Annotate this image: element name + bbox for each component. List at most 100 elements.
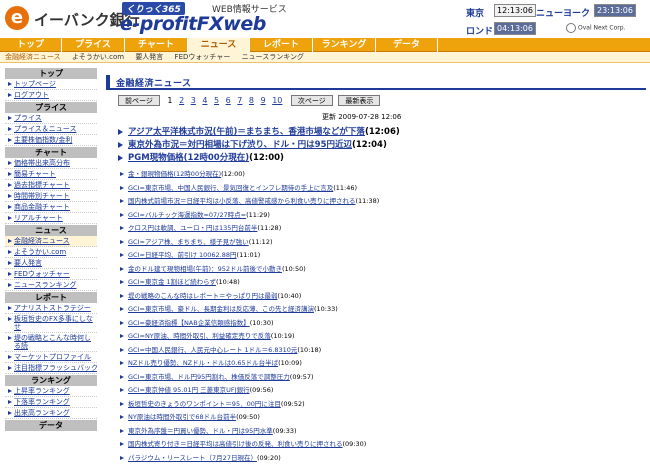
page-number-10[interactable]: 10 bbox=[272, 96, 282, 105]
news-link[interactable]: 板垣哲史のきょうのワンポイント＝95．00円に注目 bbox=[128, 400, 281, 408]
news-link[interactable]: 金のドル建て現物相場(午前)：952ドル前後で小動き bbox=[128, 265, 282, 273]
page-number-3[interactable]: 3 bbox=[191, 96, 196, 105]
nav-tab-price[interactable]: プライス bbox=[62, 38, 125, 52]
headline-link[interactable]: 東京外為市況＝対円相場は下げ渋り、ドル・円は95円近辺 bbox=[128, 140, 352, 150]
nav-tab-chart[interactable]: チャート bbox=[125, 38, 188, 52]
nav-tab-report[interactable]: レポート bbox=[250, 38, 313, 52]
page-number-2[interactable]: 2 bbox=[179, 96, 184, 105]
page-number-6[interactable]: 6 bbox=[226, 96, 231, 105]
sidebar-item-losers[interactable]: 下落率ランキング bbox=[5, 397, 97, 408]
news-link[interactable]: 金・銀現物価格(12時00分現在) bbox=[128, 170, 221, 178]
page-number-7[interactable]: 7 bbox=[237, 96, 242, 105]
sidebar-item-yosoukai[interactable]: よそうかい.com bbox=[5, 247, 97, 258]
page-number-8[interactable]: 8 bbox=[249, 96, 254, 105]
news-item[interactable]: GCI=東京仲値 95.01円 三菱東京UFJ銀行(09:56) bbox=[118, 384, 638, 398]
sidebar-item-volume-profile[interactable]: 価格帯出来高分布 bbox=[5, 158, 97, 169]
news-item[interactable]: 国内株式寄り付き＝日経平均は高値引け後の反発、利食い売りに押される(09:30) bbox=[118, 438, 638, 452]
sidebar-item-simple-chart[interactable]: 簡易チャート bbox=[5, 169, 97, 180]
sidebar-item-news-ranking[interactable]: ニュースランキング bbox=[5, 280, 97, 291]
sidebar-item-commodity-chart[interactable]: 商品金融チャート bbox=[5, 202, 97, 213]
sidebar-item-top-page[interactable]: トップページ bbox=[5, 79, 97, 90]
news-link[interactable]: NY原油は時間外取引で68ドル台前半 bbox=[128, 413, 236, 421]
news-item[interactable]: GCI=NY原油、時間外取引、利益確定売りで反落(10:19) bbox=[118, 330, 638, 344]
sidebar-item-past-indicator-chart[interactable]: 過去指標チャート bbox=[5, 180, 97, 191]
subnav-news-ranking[interactable]: ニュースランキング bbox=[242, 53, 304, 61]
news-link[interactable]: 東京外為序盤＝円買い優勢、ドル・円は95円水準 bbox=[128, 427, 273, 435]
sidebar-item-price[interactable]: プライス bbox=[5, 113, 97, 124]
news-item[interactable]: GCI=東京金 1割ほど続わらず(10:48) bbox=[118, 276, 638, 290]
next-page-button[interactable]: 次ページ bbox=[290, 95, 333, 106]
sidebar-item-market-profile[interactable]: マーケットプロファイル bbox=[5, 352, 97, 363]
news-item[interactable]: クロス円は軟調、ユーロ・円は135円台前半(11:28) bbox=[118, 222, 638, 236]
sidebar-item-timeslot-chart[interactable]: 時間帯別チャート bbox=[5, 191, 97, 202]
subnav-vip-remarks[interactable]: 要人発言 bbox=[135, 53, 163, 61]
news-item[interactable]: パラジウム・リースレート（7月27日現在）(09:20) bbox=[118, 452, 638, 464]
news-item[interactable]: GCI=アジア株、まちまち、様子見が強い(11:12) bbox=[118, 236, 638, 250]
nav-tab-news[interactable]: ニュース bbox=[188, 38, 250, 52]
ebank-logo-icon[interactable]: e bbox=[5, 6, 29, 30]
sidebar-item-real-chart[interactable]: リアルチャート bbox=[5, 213, 97, 224]
page-number-5[interactable]: 5 bbox=[214, 96, 219, 105]
news-link[interactable]: パラジウム・リースレート（7月27日現在） bbox=[128, 454, 257, 462]
news-link[interactable]: GCI=東京金 1割ほど続わらず bbox=[128, 278, 216, 286]
news-item[interactable]: NZドル売り優勢、NZドル・ドルは0.65ドル台半ば(10:09) bbox=[118, 357, 638, 371]
nav-tab-top[interactable]: トップ bbox=[0, 38, 62, 52]
headline-item[interactable]: PGM現物価格(12時00分現在)(12:00) bbox=[118, 152, 638, 165]
news-link[interactable]: GCI=東京仲値 95.01円 三菱東京UFJ銀行 bbox=[128, 386, 250, 394]
subnav-yosoukai[interactable]: よそうかい.com bbox=[72, 53, 124, 61]
news-item[interactable]: NY原油は時間外取引で68ドル台前半(09:50) bbox=[118, 411, 638, 425]
news-link[interactable]: クロス円は軟調、ユーロ・円は135円台前半 bbox=[128, 224, 257, 232]
news-link[interactable]: GCI=中国人民銀行、人民元中心レート 1ドル＝6.8310元 bbox=[128, 346, 297, 354]
page-number-4[interactable]: 4 bbox=[202, 96, 207, 105]
news-time: (10:18) bbox=[297, 345, 322, 354]
news-link[interactable]: 国内株式前場市況＝日経平均は小反落、高値警戒感から利食い売りに押される bbox=[128, 197, 356, 205]
headline-item[interactable]: アジア太平洋株式市況(午前)＝まちまち、香港市場などが下落(12:06) bbox=[118, 126, 638, 139]
sidebar-item-gainers[interactable]: 上昇率ランキング bbox=[5, 386, 97, 397]
subnav-fed-watcher[interactable]: FEDウォッチャー bbox=[175, 53, 231, 61]
news-item[interactable]: GCI=豪経済指標【NAB企業信頼感指数】(10:30) bbox=[118, 317, 638, 331]
subnav-financial-news[interactable]: 金融経済ニュース bbox=[5, 53, 61, 61]
sidebar-item-analyst-strategy[interactable]: アナリストストラテジー bbox=[5, 303, 97, 314]
news-item[interactable]: 国内株式前場市況＝日経平均は小反落、高値警戒感から利食い売りに押される(11:3… bbox=[118, 195, 638, 209]
sidebar-item-itagaki-fx[interactable]: 板垣哲史のFX多事にしなせ bbox=[5, 314, 97, 333]
sidebar-item-logout[interactable]: ログアウト bbox=[5, 90, 97, 101]
news-item[interactable]: 金のドル建て現物相場(午前)：952ドル前後で小動き(10:50) bbox=[118, 263, 638, 277]
news-item[interactable]: 東京外為序盤＝円買い優勢、ドル・円は95円水準(09:33) bbox=[118, 425, 638, 439]
news-item[interactable]: GCI=東京市場、中国人民銀行、景気回復とインフレ期待の手上に言及(11:46) bbox=[118, 182, 638, 196]
latest-button[interactable]: 最新表示 bbox=[338, 95, 381, 106]
news-item[interactable]: GCI=東京市場、ドル円95円割れ、株価反落で調整圧力(09:57) bbox=[118, 371, 638, 385]
news-item[interactable]: 堤の戦略のこんな時はレポート＝やっぱり円は最弱(10:40) bbox=[118, 290, 638, 304]
news-item[interactable]: 金・銀現物価格(12時00分現在)(12:00) bbox=[118, 168, 638, 182]
sidebar-item-tsutsumi-report[interactable]: 堤の戦略とこんな時何しる読 bbox=[5, 333, 97, 352]
news-link[interactable]: GCI=東京市場、ドル円95円割れ、株価反落で調整圧力 bbox=[128, 373, 290, 381]
news-link[interactable]: GCI=東京市場、豪ドル、長期金利は反応薄、この先と経済講演 bbox=[128, 305, 314, 313]
nav-tab-data[interactable]: データ bbox=[376, 38, 438, 52]
news-link[interactable]: 堤の戦略のこんな時はレポート＝やっぱり円は最弱 bbox=[128, 292, 278, 300]
sidebar-item-volume-ranking[interactable]: 出来高ランキング bbox=[5, 408, 97, 419]
sidebar-item-indices-rates[interactable]: 主要株価指数/金利 bbox=[5, 135, 97, 146]
headline-item[interactable]: 東京外為市況＝対円相場は下げ渋り、ドル・円は95円近辺(12:04) bbox=[118, 139, 638, 152]
news-link[interactable]: 国内株式寄り付き＝日経平均は高値引け後の反発、利食い売りに押される bbox=[128, 440, 343, 448]
sidebar-item-price-news[interactable]: プライス＆ニュース bbox=[5, 124, 97, 135]
sidebar-item-vip-remarks[interactable]: 要人発言 bbox=[5, 258, 97, 269]
headline-link[interactable]: アジア太平洋株式市況(午前)＝まちまち、香港市場などが下落 bbox=[128, 127, 365, 137]
news-item[interactable]: GCI=東京市場、豪ドル、長期金利は反応薄、この先と経済講演(10:33) bbox=[118, 303, 638, 317]
news-item[interactable]: GCI=中国人民銀行、人民元中心レート 1ドル＝6.8310元(10:18) bbox=[118, 344, 638, 358]
news-link[interactable]: GCI=NY原油、時間外取引、利益確定売りで反落 bbox=[128, 332, 271, 340]
news-link[interactable]: GCI=バルチック海運指数=07/27時点= bbox=[128, 211, 246, 219]
news-item[interactable]: GCI=日経平均、前引け 10062.88円(11:01) bbox=[118, 249, 638, 263]
news-item[interactable]: GCI=バルチック海運指数=07/27時点=(11:29) bbox=[118, 209, 638, 223]
news-link[interactable]: GCI=アジア株、まちまち、様子見が強い bbox=[128, 238, 249, 246]
news-link[interactable]: NZドル売り優勢、NZドル・ドルは0.65ドル台半ば bbox=[128, 359, 278, 367]
nav-tab-ranking[interactable]: ランキング bbox=[313, 38, 376, 52]
news-item[interactable]: 板垣哲史のきょうのワンポイント＝95．00円に注目(09:52) bbox=[118, 398, 638, 412]
news-link[interactable]: GCI=豪経済指標【NAB企業信頼感指数】 bbox=[128, 319, 250, 327]
prev-page-button[interactable]: 前ページ bbox=[118, 95, 160, 106]
news-link[interactable]: GCI=東京市場、中国人民銀行、景気回復とインフレ期待の手上に言及 bbox=[128, 184, 333, 192]
sidebar-item-indicator-flashback[interactable]: 注目指標フラッシュバック bbox=[5, 363, 97, 374]
page-number-9[interactable]: 9 bbox=[261, 96, 266, 105]
news-link[interactable]: GCI=日経平均、前引け 10062.88円 bbox=[128, 251, 237, 259]
headline-link[interactable]: PGM現物価格(12時00分現在) bbox=[128, 153, 249, 163]
sidebar-item-financial-news[interactable]: 金融経済ニュース bbox=[5, 236, 97, 247]
sidebar-item-fed-watcher[interactable]: FEDウォッチャー bbox=[5, 269, 97, 280]
